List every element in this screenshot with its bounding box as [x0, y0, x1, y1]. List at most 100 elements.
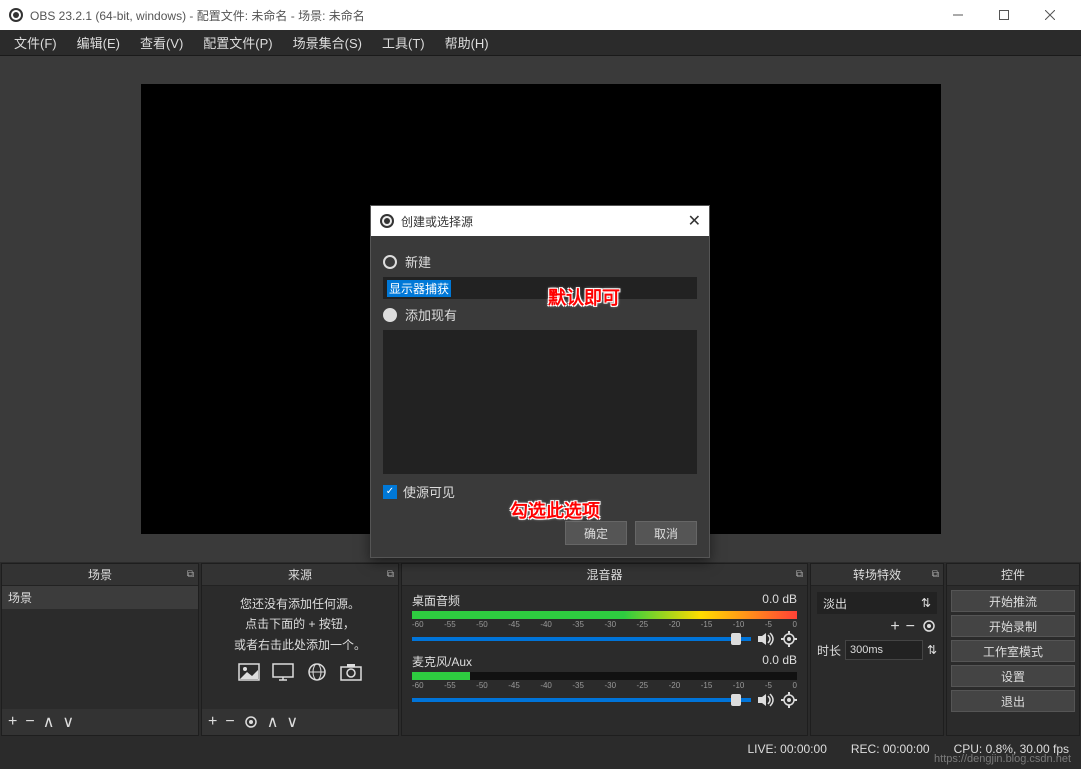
transition-select[interactable]: 淡出 ⇅ [817, 592, 937, 614]
transitions-panel: 转场特效 ⧉ 淡出 ⇅ + − 时长 ⇅ [810, 563, 944, 736]
gear-icon[interactable] [781, 631, 797, 647]
source-up-button[interactable]: ∧ [267, 712, 279, 732]
dialog-close-button[interactable]: ✕ [688, 211, 701, 231]
status-live: LIVE: 00:00:00 [747, 742, 826, 756]
sources-empty-l3: 或者右击此处添加一个。 [208, 635, 392, 655]
dialog-title: 创建或选择源 [401, 213, 473, 230]
cancel-button[interactable]: 取消 [635, 521, 697, 545]
detach-icon[interactable]: ⧉ [187, 569, 194, 580]
add-transition-button[interactable]: + [890, 618, 899, 636]
mixer-mic-label: 麦克风/Aux [412, 653, 472, 670]
obs-logo-icon [8, 7, 24, 23]
scene-down-button[interactable]: ∨ [62, 712, 74, 732]
mixer-mic-slider[interactable] [412, 698, 751, 702]
mixer-mic-db: 0.0 dB [762, 653, 797, 670]
detach-icon[interactable]: ⧉ [796, 569, 803, 580]
transitions-title: 转场特效 [853, 566, 901, 583]
detach-icon[interactable]: ⧉ [387, 569, 394, 580]
transitions-body: 淡出 ⇅ + − 时长 ⇅ [811, 586, 943, 735]
scene-item[interactable]: 场景 [2, 586, 198, 609]
existing-sources-list[interactable] [383, 330, 697, 474]
close-button[interactable] [1027, 0, 1073, 30]
globe-icon [305, 661, 329, 683]
speaker-icon[interactable] [757, 693, 775, 707]
sources-list[interactable]: 您还没有添加任何源。 点击下面的 + 按钮， 或者右击此处添加一个。 [202, 586, 398, 709]
remove-transition-button[interactable]: − [906, 618, 915, 636]
speaker-icon[interactable] [757, 632, 775, 646]
mixer-title: 混音器 [586, 566, 622, 583]
new-source-name-input[interactable]: 显示器捕获 [383, 277, 697, 299]
titlebar: OBS 23.2.1 (64-bit, windows) - 配置文件: 未命名… [0, 0, 1081, 30]
menu-view[interactable]: 查看(V) [130, 30, 193, 55]
scene-up-button[interactable]: ∧ [43, 712, 55, 732]
menu-tools[interactable]: 工具(T) [372, 30, 435, 55]
ok-button[interactable]: 确定 [565, 521, 627, 545]
transition-settings-button[interactable] [921, 618, 937, 636]
scenes-list[interactable]: 场景 [2, 586, 198, 709]
transition-selected: 淡出 [823, 595, 847, 612]
mixer-scale: -60-55-50-45-40-35-30-25-20-15-10-50 [412, 620, 797, 629]
radio-existing-row[interactable]: 添加现有 [383, 305, 697, 324]
menu-help[interactable]: 帮助(H) [435, 30, 499, 55]
start-stream-button[interactable]: 开始推流 [951, 590, 1075, 612]
chevron-updown-icon[interactable]: ⇅ [927, 643, 937, 657]
scenes-header: 场景 ⧉ [2, 564, 198, 586]
add-source-button[interactable]: + [208, 713, 217, 731]
obs-logo-icon [379, 213, 395, 229]
sources-empty-text: 您还没有添加任何源。 点击下面的 + 按钮， 或者右击此处添加一个。 [202, 586, 398, 691]
remove-source-button[interactable]: − [225, 713, 234, 731]
minimize-button[interactable] [935, 0, 981, 30]
menu-scene-collection[interactable]: 场景集合(S) [283, 30, 372, 55]
maximize-button[interactable] [981, 0, 1027, 30]
add-scene-button[interactable]: + [8, 713, 17, 731]
studio-mode-button[interactable]: 工作室模式 [951, 640, 1075, 662]
dialog-footer: 确定 取消 [371, 521, 709, 557]
remove-scene-button[interactable]: − [25, 713, 34, 731]
mixer-mic: 麦克风/Aux 0.0 dB -60-55-50-45-40-35-30-25-… [412, 653, 797, 708]
source-settings-button[interactable] [243, 714, 259, 730]
mixer-body: 桌面音频 0.0 dB -60-55-50-45-40-35-30-25-20-… [402, 586, 807, 735]
mixer-desktop: 桌面音频 0.0 dB -60-55-50-45-40-35-30-25-20-… [412, 592, 797, 647]
menubar: 文件(F) 编辑(E) 查看(V) 配置文件(P) 场景集合(S) 工具(T) … [0, 30, 1081, 56]
statusbar: LIVE: 00:00:00 REC: 00:00:00 CPU: 0.8%, … [0, 737, 1081, 761]
monitor-icon [271, 661, 295, 683]
camera-icon [339, 661, 363, 683]
menu-profile[interactable]: 配置文件(P) [193, 30, 282, 55]
sources-empty-l2: 点击下面的 + 按钮， [208, 614, 392, 634]
transitions-header: 转场特效 ⧉ [811, 564, 943, 586]
radio-existing-label: 添加现有 [405, 305, 457, 324]
radio-new[interactable] [383, 255, 397, 269]
image-icon [237, 661, 261, 683]
dialog-body: 新建 显示器捕获 添加现有 ✓ 使源可见 [371, 236, 709, 521]
status-rec: REC: 00:00:00 [851, 742, 930, 756]
duration-input[interactable] [845, 640, 923, 660]
visible-checkbox[interactable]: ✓ [383, 485, 397, 499]
settings-button[interactable]: 设置 [951, 665, 1075, 687]
mixer-desktop-slider[interactable] [412, 637, 751, 641]
mixer-scale: -60-55-50-45-40-35-30-25-20-15-10-50 [412, 681, 797, 690]
sources-header: 来源 ⧉ [202, 564, 398, 586]
sources-empty-l1: 您还没有添加任何源。 [208, 594, 392, 614]
menu-edit[interactable]: 编辑(E) [67, 30, 130, 55]
start-record-button[interactable]: 开始录制 [951, 615, 1075, 637]
visible-checkbox-row[interactable]: ✓ 使源可见 [383, 482, 697, 501]
controls-title: 控件 [1001, 566, 1025, 583]
radio-existing[interactable] [383, 308, 397, 322]
controls-panel: 控件 开始推流 开始录制 工作室模式 设置 退出 [946, 563, 1080, 736]
sources-title: 来源 [288, 566, 312, 583]
sources-footer: + − ∧ ∨ [202, 709, 398, 735]
exit-button[interactable]: 退出 [951, 690, 1075, 712]
radio-new-row[interactable]: 新建 [383, 252, 697, 271]
detach-icon[interactable]: ⧉ [932, 569, 939, 580]
gear-icon[interactable] [781, 692, 797, 708]
duration-label: 时长 [817, 642, 841, 659]
menu-file[interactable]: 文件(F) [4, 30, 67, 55]
mixer-desktop-db: 0.0 dB [762, 592, 797, 609]
panels-row: 场景 ⧉ 场景 + − ∧ ∨ 来源 ⧉ 您还没有添加任何源。 点击下面的 + … [0, 562, 1081, 737]
mixer-mic-meter [412, 672, 797, 680]
controls-body: 开始推流 开始录制 工作室模式 设置 退出 [947, 586, 1079, 735]
scenes-title: 场景 [88, 566, 112, 583]
controls-header: 控件 [947, 564, 1079, 586]
source-down-button[interactable]: ∨ [286, 712, 298, 732]
chevron-updown-icon: ⇅ [921, 596, 931, 610]
